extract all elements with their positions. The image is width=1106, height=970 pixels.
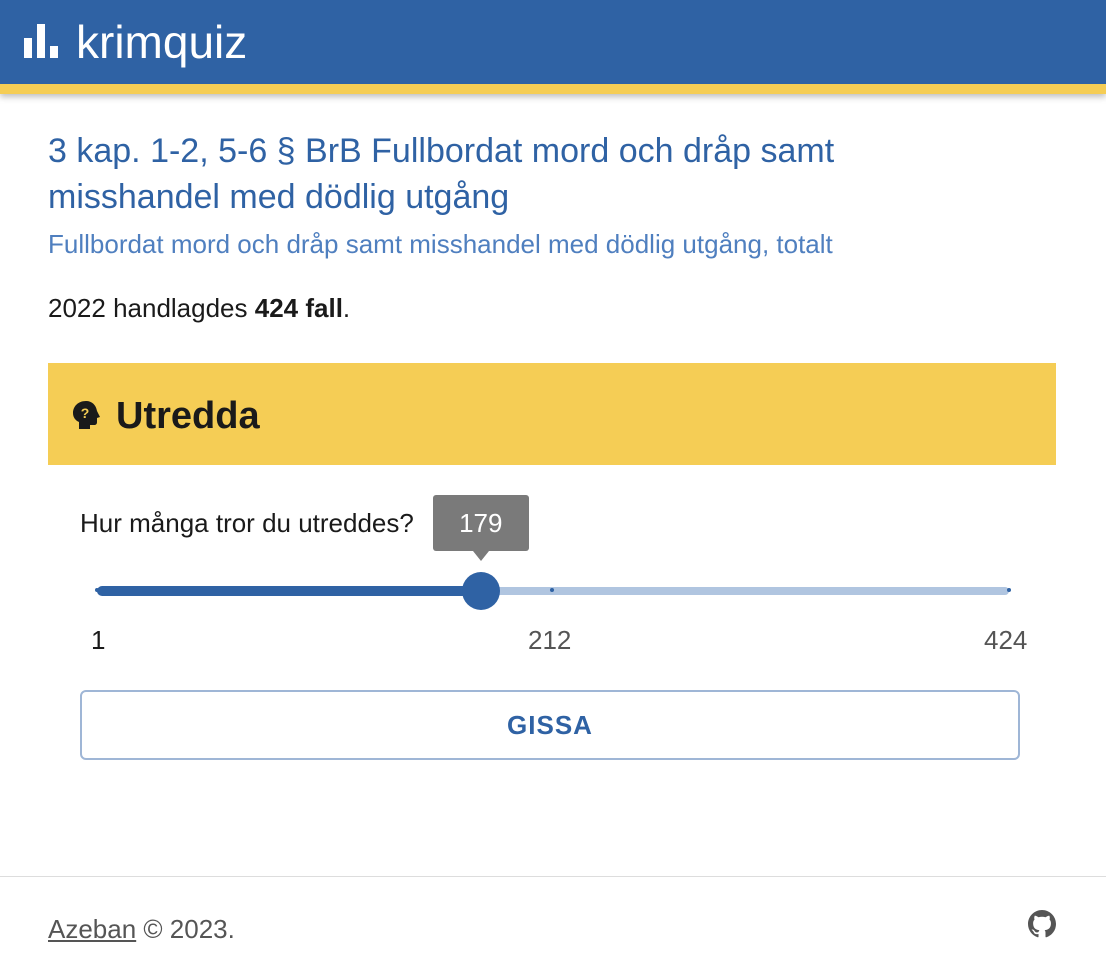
app-bar: krimquiz (0, 0, 1106, 94)
app-title[interactable]: krimquiz (76, 14, 247, 70)
slider-value-tooltip: 179 (432, 495, 529, 561)
head-question-icon: ? (73, 401, 100, 429)
footer-text: Azeban © 2023. (48, 912, 235, 946)
slider-min-label: 1 (91, 625, 106, 655)
slider-mid-label: 212 (528, 625, 572, 655)
bar-chart-icon (24, 24, 58, 58)
author-link[interactable]: Azeban (48, 914, 136, 944)
crime-title: 3 kap. 1-2, 5-6 § BrB Fullbordat mord oc… (48, 132, 835, 216)
slider-mark (549, 588, 554, 592)
footer-divider (0, 876, 1106, 877)
crime-subtitle: Fullbordat mord och dråp samt misshandel… (48, 229, 833, 259)
guess-button[interactable]: GISSA (80, 690, 1020, 760)
cases-suffix: . (342, 293, 351, 323)
github-icon[interactable] (1028, 910, 1056, 938)
slider-max-label: 424 (984, 625, 1028, 655)
section-title: Utredda (116, 395, 260, 437)
cases-summary: 2022 handlagdes 424 fall. (48, 292, 350, 324)
slider-thumb[interactable] (461, 572, 500, 610)
slider-mark (95, 588, 99, 592)
question-text: Hur många tror du utreddes? (80, 508, 414, 538)
section-banner: ? Utredda (48, 363, 1056, 465)
cases-prefix: 2022 handlagdes (48, 293, 255, 323)
cases-count: 424 fall (254, 293, 343, 323)
slider-fill (97, 586, 481, 596)
svg-text:?: ? (81, 405, 90, 421)
copyright-text: © 2023. (136, 914, 235, 944)
slider-mark (1007, 588, 1011, 592)
